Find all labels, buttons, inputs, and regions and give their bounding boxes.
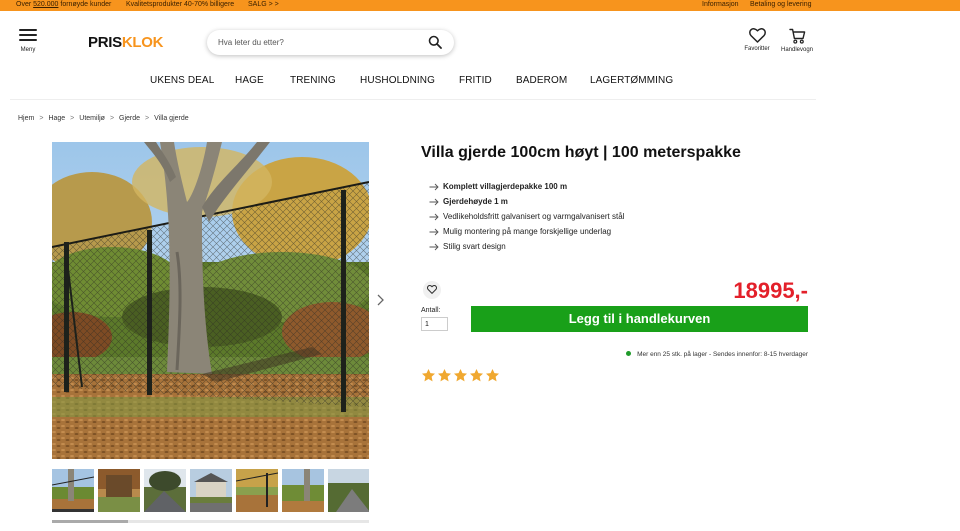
breadcrumb-item-gjerde[interactable]: Gjerde bbox=[119, 115, 140, 122]
quality-text: Kvalitetsprodukter 40-70% billigere bbox=[126, 1, 235, 8]
hamburger-icon bbox=[19, 28, 37, 42]
menu-label: Meny bbox=[20, 47, 36, 53]
customers-info: Over 520.000 fornøyde kunder bbox=[16, 1, 112, 8]
info-link[interactable]: Informasjon bbox=[702, 1, 739, 8]
breadcrumb-separator: > bbox=[109, 115, 115, 122]
feature-item: Vedlikeholdsfritt galvanisert og varmgal… bbox=[429, 212, 624, 227]
feature-item: Gjerdehøyde 1 m bbox=[429, 197, 624, 212]
star-icon bbox=[454, 368, 467, 382]
sale-link[interactable]: SALG > > bbox=[248, 1, 279, 8]
breadcrumb-item-villa-gjerde[interactable]: Villa gjerde bbox=[154, 115, 189, 122]
cart-label: Handlevogn bbox=[780, 47, 814, 53]
star-icon bbox=[438, 368, 451, 382]
favorites-label: Favoritter bbox=[744, 46, 770, 52]
thumbnail-strip bbox=[52, 469, 369, 513]
stock-text: Mer enn 25 stk. på lager - Sendes innenf… bbox=[637, 351, 808, 358]
prisklok-logo[interactable]: PRISKLOK bbox=[88, 34, 163, 51]
star-rating[interactable] bbox=[421, 368, 501, 384]
arrow-right-icon bbox=[429, 183, 439, 191]
heart-icon bbox=[427, 285, 437, 294]
thumbnail-scrollbar[interactable] bbox=[52, 520, 369, 523]
quantity-label: Antall: bbox=[421, 307, 441, 314]
heart-icon bbox=[748, 28, 766, 43]
favorites-button[interactable]: Favoritter bbox=[737, 28, 777, 52]
product-price: 18995,- bbox=[733, 278, 808, 303]
stock-status: Mer enn 25 stk. på lager - Sendes innenf… bbox=[626, 351, 808, 358]
thumbnail-7[interactable] bbox=[328, 469, 369, 512]
star-icon bbox=[486, 368, 499, 382]
star-icon bbox=[470, 368, 483, 382]
breadcrumb-item-hage[interactable]: Hage bbox=[48, 115, 65, 122]
active-nav-indicator bbox=[0, 75, 830, 87]
breadcrumb-separator: > bbox=[145, 115, 150, 122]
product-title: Villa gjerde 100cm høyt | 100 meterspakk… bbox=[421, 144, 741, 161]
scrollbar-thumb[interactable] bbox=[52, 520, 129, 523]
thumbnail-5[interactable] bbox=[236, 469, 278, 512]
main-product-image[interactable] bbox=[52, 142, 369, 459]
breadcrumb-separator: > bbox=[70, 115, 75, 122]
search-bar bbox=[207, 30, 454, 55]
star-icon bbox=[422, 368, 435, 382]
feature-list: Komplett villagjerdepakke 100 m Gjerdehø… bbox=[429, 182, 624, 257]
feature-item: Stilig svart design bbox=[429, 242, 624, 257]
in-stock-dot-icon bbox=[626, 351, 632, 356]
cart-button[interactable]: Handlevogn bbox=[777, 28, 817, 53]
header-divider bbox=[10, 99, 816, 100]
chevron-right-icon[interactable] bbox=[375, 293, 385, 307]
quantity-input[interactable] bbox=[421, 317, 448, 331]
thumbnail-3[interactable] bbox=[144, 469, 186, 512]
thumbnail-6[interactable] bbox=[282, 469, 324, 512]
breadcrumb-item-hjem[interactable]: Hjem bbox=[18, 115, 34, 122]
thumbnail-4[interactable] bbox=[190, 469, 232, 512]
customers-count-link[interactable]: 520.000 bbox=[33, 1, 58, 8]
add-to-favorites-button[interactable] bbox=[423, 281, 441, 299]
breadcrumb-item-utemiljo[interactable]: Utemiljø bbox=[79, 115, 105, 122]
search-input[interactable] bbox=[218, 36, 418, 49]
feature-item: Komplett villagjerdepakke 100 m bbox=[429, 182, 624, 197]
top-announcement-bar: Over 520.000 fornøyde kunder Kvalitetspr… bbox=[0, 0, 960, 11]
payment-delivery-link[interactable]: Betaling og levering bbox=[750, 1, 812, 8]
thumbnail-2[interactable] bbox=[98, 469, 140, 512]
arrow-right-icon bbox=[429, 198, 439, 206]
arrow-right-icon bbox=[429, 213, 439, 221]
menu-button[interactable]: Meny bbox=[18, 28, 38, 53]
shopping-cart-icon bbox=[788, 28, 805, 44]
breadcrumb-separator: > bbox=[39, 115, 44, 122]
arrow-right-icon bbox=[429, 228, 439, 236]
search-icon[interactable] bbox=[428, 35, 442, 49]
thumbnail-1[interactable] bbox=[52, 469, 94, 512]
feature-item: Mulig montering på mange forskjellige un… bbox=[429, 227, 624, 242]
add-to-cart-button[interactable]: Legg til i handlekurven bbox=[471, 306, 808, 332]
arrow-right-icon bbox=[429, 243, 439, 251]
breadcrumb: Hjem > Hage > Utemiljø > Gjerde > Villa gjerde bbox=[18, 115, 189, 122]
